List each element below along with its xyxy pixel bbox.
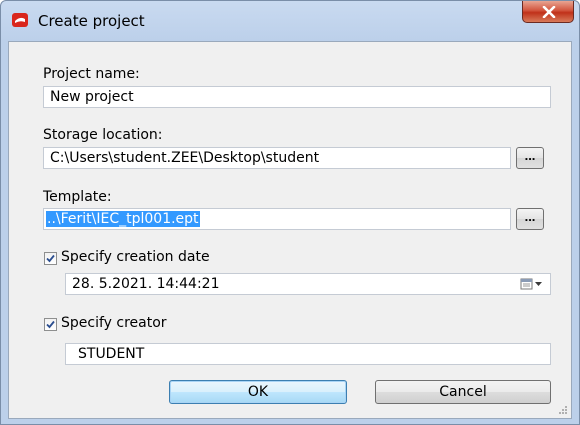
template-value-selected: ..\Ferit\IEC_tpl001.ept [46, 211, 200, 227]
close-icon [542, 6, 556, 18]
cancel-button[interactable]: Cancel [375, 380, 551, 404]
storage-location-input[interactable]: C:\Users\student.ZEE\Desktop\student [43, 147, 511, 169]
window-title: Create project [38, 12, 145, 30]
template-browse-button[interactable]: ... [516, 208, 544, 230]
project-name-input[interactable]: New project [43, 86, 551, 108]
close-button[interactable] [522, 1, 574, 23]
ok-button[interactable]: OK [169, 380, 347, 404]
resize-grip-icon[interactable] [558, 405, 568, 415]
template-label: Template: [43, 189, 112, 205]
creation-date-value: 28. 5.2021. 14:44:21 [72, 276, 220, 292]
checkbox-check-icon [46, 254, 55, 263]
checkbox-check-icon [46, 320, 55, 329]
creation-date-picker[interactable]: 28. 5.2021. 14:44:21 [65, 273, 551, 295]
creator-checkbox-label[interactable]: Specify creator [61, 315, 167, 331]
create-project-dialog: Create project Project name: New project… [0, 0, 580, 425]
template-input[interactable]: ..\Ferit\IEC_tpl001.ept [43, 208, 511, 230]
creator-checkbox[interactable] [44, 318, 57, 331]
storage-location-browse-button[interactable]: ... [516, 147, 544, 169]
app-icon [12, 13, 28, 27]
calendar-dropdown-icon[interactable] [520, 278, 544, 290]
creation-date-checkbox-label[interactable]: Specify creation date [61, 249, 210, 265]
title-bar[interactable]: Create project [1, 1, 579, 41]
creation-date-checkbox[interactable] [44, 252, 57, 265]
project-name-label: Project name: [43, 66, 140, 82]
creator-input[interactable]: STUDENT [65, 343, 551, 365]
storage-location-label: Storage location: [43, 127, 163, 143]
dialog-content: Project name: New project Storage locati… [8, 41, 572, 419]
